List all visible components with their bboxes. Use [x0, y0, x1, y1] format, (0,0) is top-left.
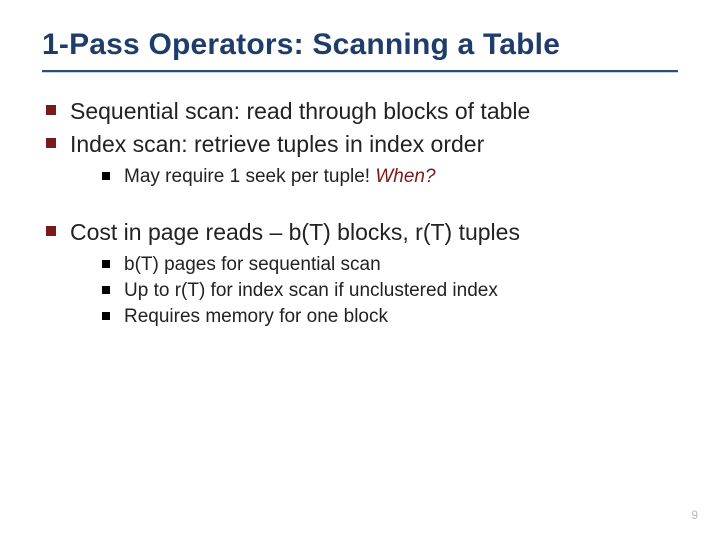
bullet-list-cost: Cost in page reads – b(T) blocks, r(T) t… — [42, 218, 678, 328]
seek-text: May require 1 seek per tuple! — [124, 166, 375, 187]
slide-container: 1-Pass Operators: Scanning a Table Seque… — [0, 0, 720, 540]
slide-title: 1-Pass Operators: Scanning a Table — [42, 28, 678, 62]
bullet-cost-mem: Requires memory for one block — [96, 305, 678, 329]
bullet-seek-per-tuple: May require 1 seek per tuple! When? — [96, 165, 678, 189]
bullet-cost-seq: b(T) pages for sequential scan — [96, 253, 678, 277]
bullet-sequential-scan: Sequential scan: read through blocks of … — [42, 97, 678, 126]
page-number: 9 — [691, 508, 698, 522]
bullet-cost-text: Cost in page reads – b(T) blocks, r(T) t… — [70, 219, 520, 245]
bullet-list: Sequential scan: read through blocks of … — [42, 97, 678, 188]
bullet-index-scan: Index scan: retrieve tuples in index ord… — [42, 130, 678, 189]
bullet-index-scan-text: Index scan: retrieve tuples in index ord… — [70, 131, 484, 157]
title-underline — [42, 70, 678, 73]
seek-when: When? — [375, 166, 435, 187]
spacer — [42, 192, 678, 218]
bullet-cost: Cost in page reads – b(T) blocks, r(T) t… — [42, 218, 678, 328]
bullet-cost-idx: Up to r(T) for index scan if unclustered… — [96, 279, 678, 303]
sublist-cost: b(T) pages for sequential scan Up to r(T… — [70, 253, 678, 328]
sublist-index-scan: May require 1 seek per tuple! When? — [70, 165, 678, 189]
